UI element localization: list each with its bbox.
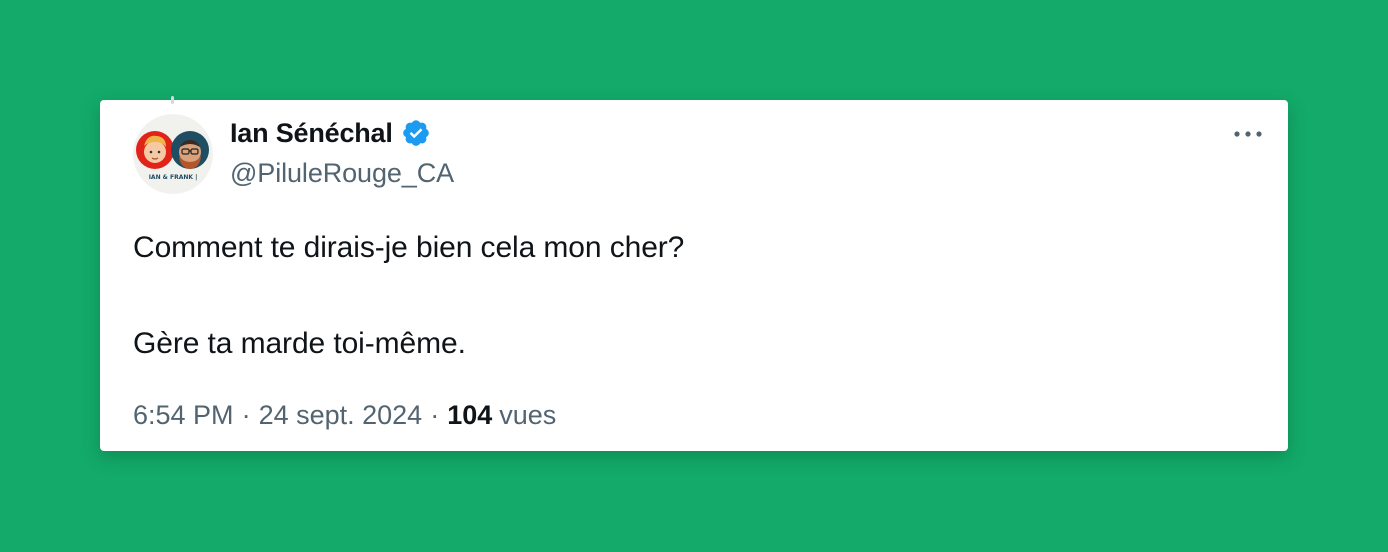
tweet-text: Comment te dirais-je bien cela mon cher?… — [133, 228, 1233, 364]
avatar-caption: IAN & FRANK | — [148, 174, 198, 181]
author-name-row: Ian Sénéchal — [230, 116, 431, 150]
more-options-icon — [1234, 131, 1262, 137]
more-options-button[interactable] — [1230, 122, 1266, 146]
avatar[interactable]: IAN & FRANK | — [133, 114, 213, 194]
verified-badge-icon — [401, 118, 431, 148]
tweet-text-line-2: Gère ta marde toi-même. — [133, 327, 466, 360]
views-count: 104 — [447, 400, 493, 430]
tweet-metadata: 6:54 PM · 24 sept. 2024 · 104 vues — [133, 400, 556, 431]
separator-dot: · — [430, 400, 440, 430]
tweet-text-line-1: Comment te dirais-je bien cela mon cher? — [133, 231, 685, 264]
author-handle[interactable]: @PiluleRouge_CA — [230, 158, 454, 189]
tweet-time[interactable]: 6:54 PM — [133, 400, 234, 431]
tweet-date[interactable]: 24 sept. 2024 — [259, 400, 423, 431]
separator-dot: · — [241, 400, 251, 430]
avatar-illustration — [133, 114, 213, 194]
author-display-name[interactable]: Ian Sénéchal — [230, 118, 393, 149]
tweet-card[interactable]: IAN & FRANK | Ian Sénéchal @PiluleRouge_… — [100, 96, 1288, 451]
thread-line — [171, 96, 174, 104]
views-label: vues — [499, 400, 557, 430]
